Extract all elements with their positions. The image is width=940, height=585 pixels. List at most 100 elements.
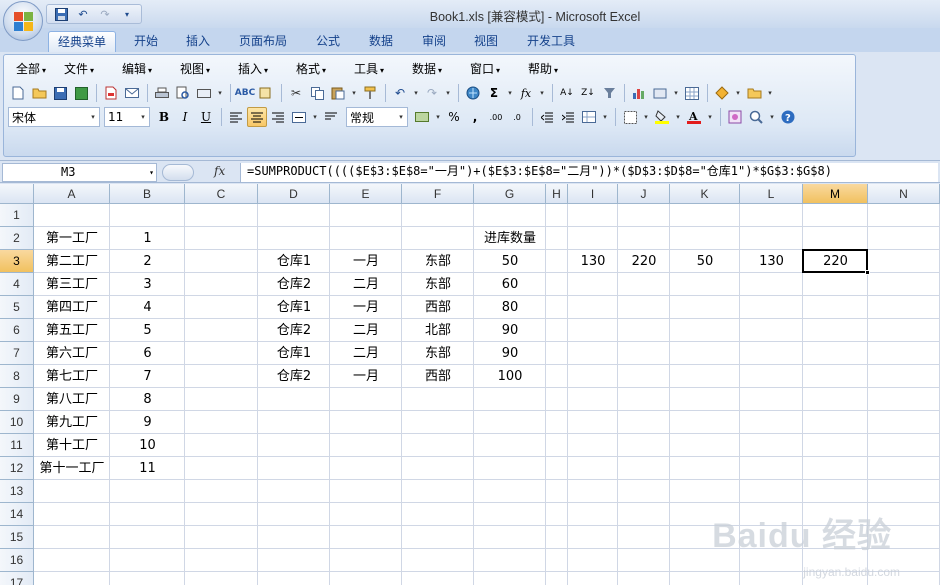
dropdown-arrow-icon[interactable]: ▾ [705, 107, 715, 127]
column-header-K[interactable]: K [670, 184, 740, 204]
cell-J3[interactable]: 220 [618, 250, 670, 273]
tab-2[interactable]: 插入 [175, 31, 221, 52]
row-header-4[interactable]: 4 [0, 273, 34, 296]
column-header-N[interactable]: N [868, 184, 940, 204]
dropdown-arrow-icon[interactable]: ▾ [349, 83, 359, 103]
cell-E6[interactable]: 二月 [330, 319, 402, 342]
cell-E8[interactable]: 一月 [330, 365, 402, 388]
cell-B7[interactable]: 6 [110, 342, 185, 365]
menu-item-7[interactable]: 数据 ▾ [404, 59, 462, 79]
tab-4[interactable]: 公式 [306, 31, 350, 52]
comma-style-icon[interactable]: , [465, 107, 485, 127]
row-header-14[interactable]: 14 [0, 503, 34, 526]
column-header-J[interactable]: J [618, 184, 670, 204]
row-header-9[interactable]: 9 [0, 388, 34, 411]
column-header-C[interactable]: C [185, 184, 258, 204]
wrap-text-icon[interactable] [321, 107, 341, 127]
dropdown-arrow-icon[interactable]: ▾ [443, 83, 453, 103]
cell-F5[interactable]: 西部 [402, 296, 474, 319]
cell-G7[interactable]: 90 [474, 342, 546, 365]
format-painter-icon[interactable] [360, 83, 380, 103]
cell-E7[interactable]: 二月 [330, 342, 402, 365]
redo-icon[interactable]: ↷ [422, 83, 442, 103]
paste-icon[interactable] [328, 83, 348, 103]
menu-item-8[interactable]: 窗口 ▾ [462, 59, 520, 79]
column-header-E[interactable]: E [330, 184, 402, 204]
tab-6[interactable]: 审阅 [412, 31, 456, 52]
cell-A8[interactable]: 第七工厂 [34, 365, 110, 388]
row-header-17[interactable]: 17 [0, 572, 34, 585]
row-header-10[interactable]: 10 [0, 411, 34, 434]
zoom-icon[interactable] [746, 107, 766, 127]
bold-button[interactable]: B [154, 107, 174, 127]
dropdown-arrow-icon[interactable]: ▾ [310, 107, 320, 127]
borders-icon[interactable] [620, 107, 640, 127]
row-header-12[interactable]: 12 [0, 457, 34, 480]
open-folder-icon[interactable] [29, 83, 49, 103]
menu-item-9[interactable]: 帮助 ▾ [520, 59, 578, 79]
cell-B11[interactable]: 10 [110, 434, 185, 457]
align-right-icon[interactable] [268, 107, 288, 127]
menu-item-0[interactable]: 全部 ▾ [8, 59, 56, 79]
dropdown-arrow-icon[interactable]: ▾ [411, 83, 421, 103]
hyperlink-icon[interactable] [463, 83, 483, 103]
select-all-button[interactable] [0, 184, 34, 204]
tab-0[interactable]: 经典菜单 [48, 31, 116, 52]
office-button[interactable] [3, 1, 43, 41]
menu-item-1[interactable]: 文件 ▾ [56, 59, 114, 79]
research-icon[interactable] [256, 83, 276, 103]
dropdown-arrow-icon[interactable]: ▾ [600, 107, 610, 127]
font-color-icon[interactable]: A [684, 107, 704, 127]
decrease-decimal-icon[interactable]: .0 [507, 107, 527, 127]
column-header-B[interactable]: B [110, 184, 185, 204]
cell-A4[interactable]: 第三工厂 [34, 273, 110, 296]
print-preview-icon[interactable] [173, 83, 193, 103]
column-header-H[interactable]: H [546, 184, 568, 204]
send-mail-icon[interactable] [122, 83, 142, 103]
formula-bar-resize-handle[interactable] [162, 164, 194, 181]
cell-E5[interactable]: 一月 [330, 296, 402, 319]
print-area-icon[interactable] [194, 83, 214, 103]
formula-input[interactable]: =SUMPRODUCT(((($E$3:$E$8="一月")+($E$3:$E$… [240, 163, 938, 182]
cell-F8[interactable]: 西部 [402, 365, 474, 388]
cell-A5[interactable]: 第四工厂 [34, 296, 110, 319]
tab-3[interactable]: 页面布局 [228, 31, 298, 52]
print-icon[interactable] [152, 83, 172, 103]
decrease-indent-icon[interactable] [537, 107, 557, 127]
dropdown-arrow-icon[interactable]: ▾ [671, 83, 681, 103]
row-header-11[interactable]: 11 [0, 434, 34, 457]
tab-8[interactable]: 开发工具 [516, 31, 586, 52]
cell-B8[interactable]: 7 [110, 365, 185, 388]
column-header-M[interactable]: M [803, 184, 868, 204]
cell-G2[interactable]: 进库数量 [474, 227, 546, 250]
menu-item-5[interactable]: 格式 ▾ [288, 59, 346, 79]
gridlines-icon[interactable] [682, 83, 702, 103]
font-size-select[interactable]: 11 ▾ [104, 107, 150, 127]
undo-icon[interactable]: ↶ [390, 83, 410, 103]
align-center-icon[interactable] [247, 107, 267, 127]
cell-D6[interactable]: 仓库2 [258, 319, 330, 342]
insert-function-icon[interactable]: fx [214, 164, 225, 178]
menu-item-2[interactable]: 编辑 ▾ [114, 59, 172, 79]
chart-wizard-icon[interactable] [629, 83, 649, 103]
cell-G4[interactable]: 60 [474, 273, 546, 296]
row-header-2[interactable]: 2 [0, 227, 34, 250]
dropdown-arrow-icon[interactable]: ▾ [733, 83, 743, 103]
cell-E4[interactable]: 二月 [330, 273, 402, 296]
row-header-16[interactable]: 16 [0, 549, 34, 572]
row-header-15[interactable]: 15 [0, 526, 34, 549]
drawing-icon[interactable] [650, 83, 670, 103]
cell-D5[interactable]: 仓库1 [258, 296, 330, 319]
increase-indent-icon[interactable] [558, 107, 578, 127]
row-header-1[interactable]: 1 [0, 204, 34, 227]
percent-style-icon[interactable]: % [444, 107, 464, 127]
cell-A12[interactable]: 第十一工厂 [34, 457, 110, 480]
cell-A3[interactable]: 第二工厂 [34, 250, 110, 273]
italic-button[interactable]: I [175, 107, 195, 127]
cell-A9[interactable]: 第八工厂 [34, 388, 110, 411]
align-left-icon[interactable] [226, 107, 246, 127]
cell-G5[interactable]: 80 [474, 296, 546, 319]
column-header-L[interactable]: L [740, 184, 803, 204]
cell-I3[interactable]: 130 [568, 250, 618, 273]
cell-K3[interactable]: 50 [670, 250, 740, 273]
